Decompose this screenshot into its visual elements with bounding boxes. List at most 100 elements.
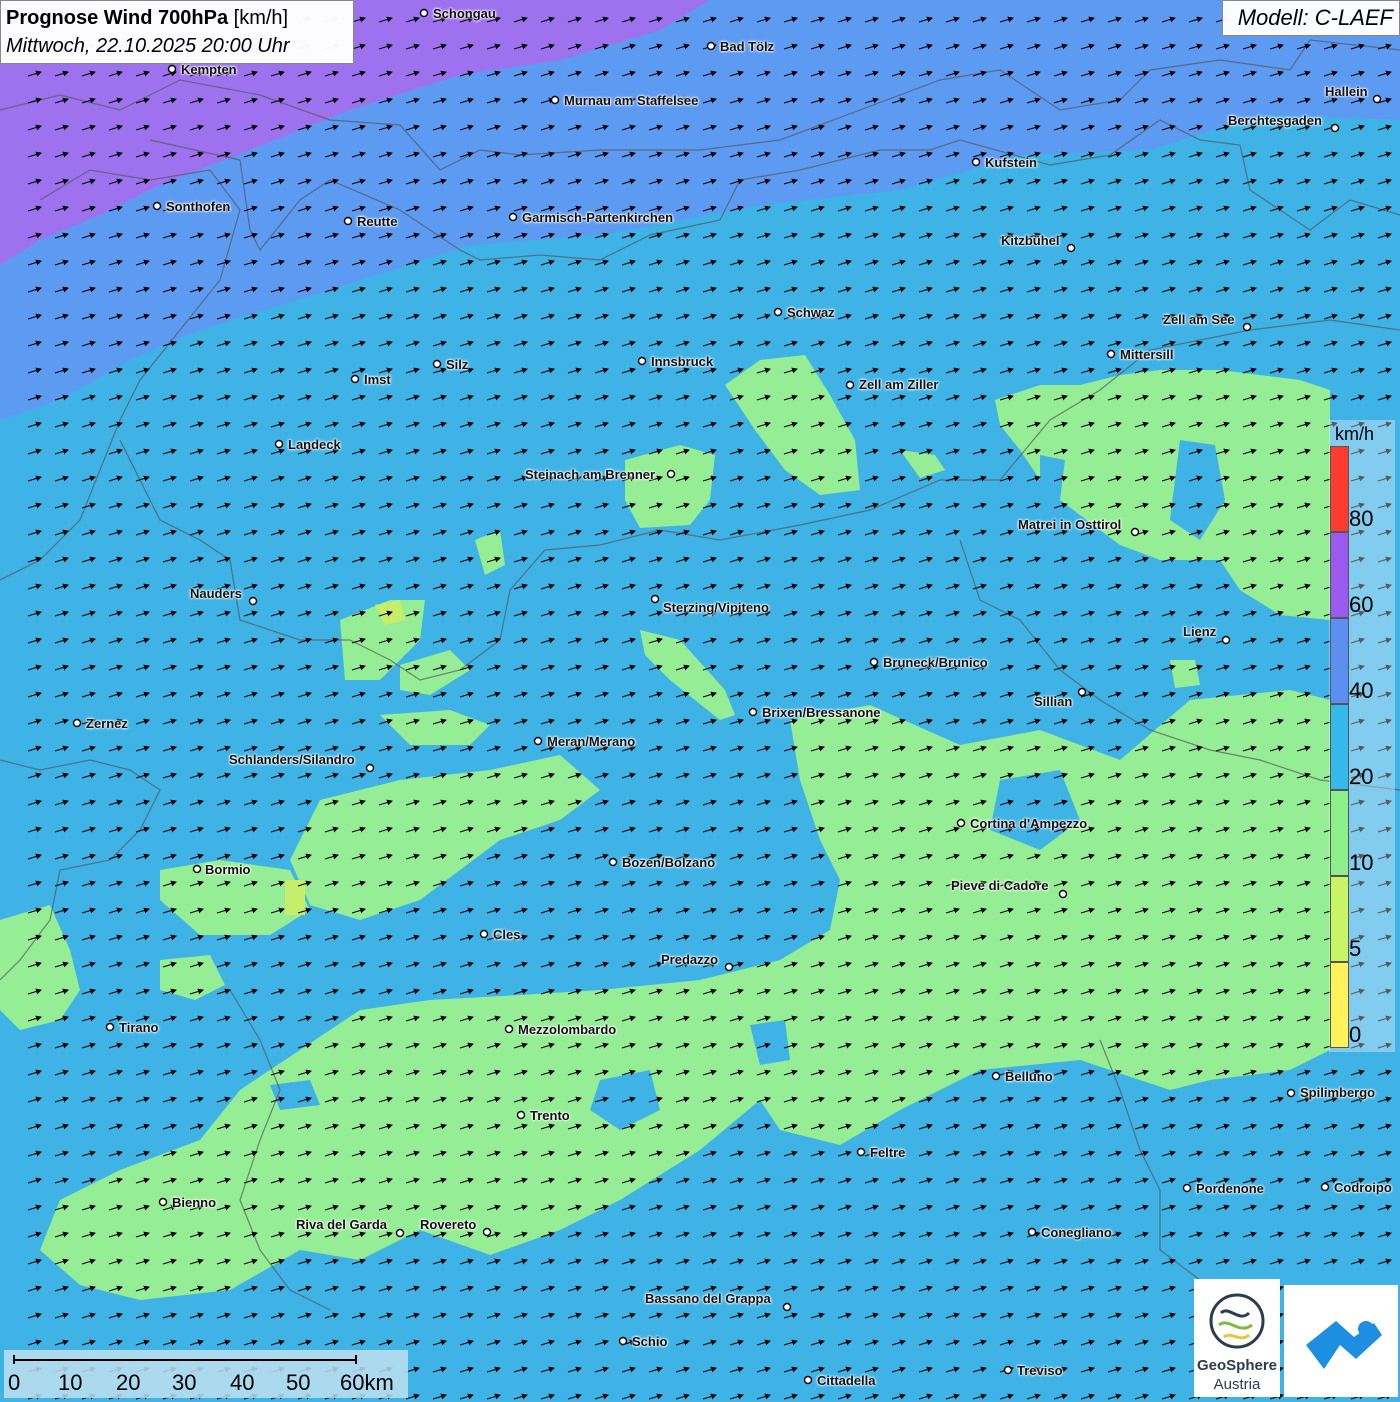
model-label: Modell: C-LAEF — [1237, 5, 1393, 30]
city-marker — [637, 356, 647, 366]
city-marker — [1027, 1227, 1037, 1237]
city-label: Cles — [493, 927, 521, 942]
city-marker — [1320, 1182, 1330, 1192]
city-label: Kempten — [181, 62, 237, 77]
legend-band — [1330, 790, 1349, 876]
city-label: Treviso — [1017, 1363, 1063, 1378]
city-label: Belluno — [1005, 1069, 1053, 1084]
city-label: Bormio — [205, 862, 251, 877]
city-label: Rovereto — [420, 1217, 477, 1232]
city-label: Codroipo — [1334, 1180, 1392, 1195]
city-marker — [1130, 527, 1140, 537]
city-marker — [1058, 889, 1068, 899]
legend-unit: km/h — [1335, 424, 1375, 444]
legend-band — [1330, 876, 1349, 962]
city-label: Kufstein — [985, 155, 1037, 170]
city-marker — [395, 1228, 405, 1238]
city-marker — [248, 596, 258, 606]
legend-band — [1330, 446, 1349, 532]
city-label: Bassano del Grappa — [645, 1291, 771, 1306]
city-label: Predazzo — [661, 952, 719, 967]
city-marker — [550, 95, 560, 105]
city-marker — [1066, 243, 1076, 253]
city-marker — [504, 1024, 514, 1034]
geosphere-logo[interactable]: GeoSphere Austria — [1194, 1279, 1280, 1397]
city-marker — [516, 1110, 526, 1120]
city-marker — [869, 657, 879, 667]
city-label: Schlanders/Silandro — [229, 752, 355, 767]
logo-name: GeoSphere — [1196, 1357, 1278, 1374]
city-marker — [1242, 322, 1252, 332]
city-marker — [105, 1022, 115, 1032]
city-marker — [365, 763, 375, 773]
legend-value: 0 — [1349, 1022, 1362, 1047]
city-marker — [274, 439, 284, 449]
scale-tick-label: 60km — [340, 1370, 394, 1395]
city-label: Conegliano — [1041, 1225, 1112, 1240]
city-marker — [773, 307, 783, 317]
city-marker — [706, 41, 716, 51]
city-marker — [419, 8, 429, 18]
title-main: Prognose Wind 700hPa — [6, 7, 229, 29]
city-label: Bienno — [172, 1195, 217, 1210]
title-panel: Prognose Wind 700hPa [km/h] Mittwoch, 22… — [0, 0, 354, 64]
city-marker — [1182, 1183, 1192, 1193]
logo-sub: Austria — [1213, 1376, 1261, 1393]
model-panel: Modell: C-LAEF — [1222, 0, 1400, 36]
city-marker — [350, 374, 360, 384]
scale-tick-label: 30 — [172, 1370, 197, 1395]
scale-tick-label: 40 — [230, 1370, 255, 1395]
city-label: Nauders — [190, 586, 243, 601]
city-marker — [1003, 1365, 1013, 1375]
city-marker — [1106, 349, 1116, 359]
city-label: Berchtesgaden — [1228, 113, 1322, 128]
city-marker — [343, 216, 353, 226]
scale-bar: 0 10 20 30 40 50 60km — [4, 1350, 408, 1398]
legend-value: 60 — [1349, 592, 1374, 617]
city-label: Landeck — [288, 437, 341, 452]
city-label: Steinach am Brenner — [525, 467, 656, 482]
legend-band — [1330, 618, 1349, 704]
city-label: Garmisch-Partenkirchen — [522, 210, 674, 225]
scale-tick-label: 50 — [286, 1370, 311, 1395]
city-label: Bruneck/Brunico — [883, 655, 988, 670]
city-marker — [192, 864, 202, 874]
city-marker — [618, 1336, 628, 1346]
city-marker — [508, 212, 518, 222]
legend-band — [1330, 704, 1349, 790]
app-logo[interactable] — [1284, 1285, 1398, 1397]
city-marker — [803, 1375, 813, 1385]
map-title: Prognose Wind 700hPa [km/h] — [6, 4, 348, 32]
city-label: Kitzbühel — [1001, 233, 1060, 248]
city-marker — [158, 1197, 168, 1207]
legend-value: 5 — [1349, 936, 1362, 961]
legend-value: 10 — [1349, 850, 1374, 875]
city-label: Cortina d'Ampezzo — [970, 816, 1088, 831]
city-label: Meran/Merano — [547, 734, 636, 749]
city-marker — [1286, 1088, 1296, 1098]
city-label: Sonthofen — [166, 199, 231, 214]
city-marker — [991, 1071, 1001, 1081]
geosphere-emblem-icon — [1209, 1293, 1265, 1349]
city-marker — [782, 1302, 792, 1312]
city-label: Reutte — [357, 214, 398, 229]
city-marker — [533, 736, 543, 746]
city-marker — [1221, 635, 1231, 645]
city-marker — [1330, 123, 1340, 133]
scale-ticks: 0 10 20 30 40 50 60km — [4, 1350, 408, 1398]
city-marker — [956, 818, 966, 828]
city-label: Spilimbergo — [1300, 1085, 1376, 1100]
city-marker — [845, 380, 855, 390]
city-label: Sillian — [1034, 694, 1073, 709]
city-label: Sterzing/Vipiteno — [663, 600, 769, 615]
city-label: Zell am Ziller — [859, 377, 939, 392]
city-label: Lienz — [1183, 624, 1217, 639]
city-label: Schwaz — [787, 305, 835, 320]
legend-value: 40 — [1349, 678, 1374, 703]
city-label: Zernez — [86, 716, 128, 731]
cloud-app-icon — [1306, 1321, 1382, 1369]
forecast-date: Mittwoch, 22.10.2025 20:00 Uhr — [6, 35, 290, 57]
city-marker — [608, 857, 618, 867]
legend-value: 20 — [1349, 764, 1374, 789]
city-marker — [856, 1147, 866, 1157]
